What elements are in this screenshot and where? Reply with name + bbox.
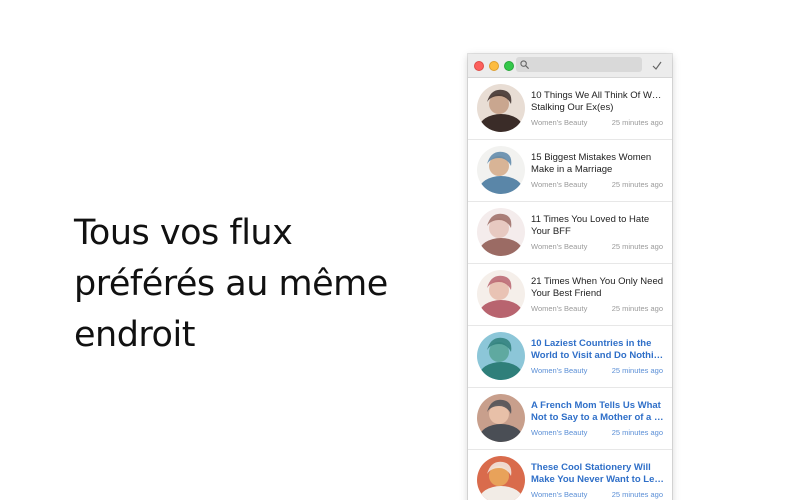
title-bar: [468, 54, 672, 78]
article-timestamp: 25 minutes ago: [611, 304, 663, 313]
article-thumbnail: [477, 456, 525, 500]
article-title-line: Make You Never Want to Lea...: [531, 473, 665, 485]
article-title: These Cool Stationery Will Make You Never…: [531, 462, 665, 485]
article-timestamp: 25 minutes ago: [611, 428, 663, 437]
article-source: Women's Beauty: [531, 366, 588, 375]
article-title-line: World to Visit and Do Nothing: [531, 349, 665, 361]
article-timestamp: 25 minutes ago: [611, 366, 663, 375]
article-thumbnail: [477, 270, 525, 318]
article-title-line: 11 Times You Loved to Hate: [531, 214, 650, 225]
article-source: Women's Beauty: [531, 118, 588, 127]
article-meta: Women's Beauty 25 minutes ago: [531, 118, 663, 127]
article-title: 10 Things We All Think Of While Stalking …: [531, 90, 665, 113]
article-meta: Women's Beauty 25 minutes ago: [531, 428, 663, 437]
article-list-item[interactable]: 10 Laziest Countries in the World to Visi…: [468, 326, 672, 388]
article-meta: Women's Beauty 25 minutes ago: [531, 304, 663, 313]
marketing-headline: Tous vos flux préférés au même endroit: [74, 208, 414, 361]
article-timestamp: 25 minutes ago: [611, 180, 663, 189]
article-title-line: Stalking Our Ex(es): [531, 101, 614, 113]
article-title-line: Your BFF: [531, 225, 571, 237]
minimize-window-button[interactable]: [489, 60, 499, 71]
mark-all-read-button[interactable]: [650, 58, 664, 72]
article-thumbnail: [477, 84, 525, 132]
article-title-line: Not to Say to a Mother of a B...: [531, 411, 665, 423]
headline-line-1: Tous vos flux: [74, 213, 293, 253]
article-list-item[interactable]: 15 Biggest Mistakes Women Make in a Marri…: [468, 140, 672, 202]
article-thumbnail: [477, 332, 525, 380]
headline-line-3: endroit: [74, 315, 195, 355]
article-list-item[interactable]: 10 Things We All Think Of While Stalking …: [468, 78, 672, 140]
article-title-line: 15 Biggest Mistakes Women: [531, 152, 652, 163]
article-title: 15 Biggest Mistakes Women Make in a Marri…: [531, 152, 665, 175]
article-list: 10 Things We All Think Of While Stalking …: [468, 78, 672, 500]
article-source: Women's Beauty: [531, 180, 588, 189]
article-meta: Women's Beauty 25 minutes ago: [531, 242, 663, 251]
app-window: 10 Things We All Think Of While Stalking …: [468, 54, 672, 500]
article-title-line: These Cool Stationery Will: [531, 462, 651, 473]
article-title-line: Make in a Marriage: [531, 163, 613, 175]
article-thumbnail: [477, 394, 525, 442]
window-controls: [474, 60, 514, 71]
article-meta: Women's Beauty 25 minutes ago: [531, 180, 663, 189]
article-source: Women's Beauty: [531, 242, 588, 251]
search-input[interactable]: [529, 58, 633, 71]
article-source: Women's Beauty: [531, 304, 588, 313]
headline-line-2: préférés au même: [74, 264, 388, 304]
screenshot-stage: Tous vos flux préférés au même endroit 1…: [0, 0, 800, 500]
article-list-item[interactable]: A French Mom Tells Us What Not to Say to …: [468, 388, 672, 450]
article-title: A French Mom Tells Us What Not to Say to …: [531, 400, 665, 423]
article-timestamp: 25 minutes ago: [611, 118, 663, 127]
article-title-line: A French Mom Tells Us What: [531, 400, 661, 411]
article-title-line: 21 Times When You Only Need: [531, 276, 664, 287]
article-list-item[interactable]: These Cool Stationery Will Make You Never…: [468, 450, 672, 500]
search-icon: [520, 60, 529, 69]
article-title: 21 Times When You Only Need Your Best Fri…: [531, 276, 665, 299]
article-title-line: Your Best Friend: [531, 287, 602, 299]
article-timestamp: 25 minutes ago: [611, 242, 663, 251]
article-meta: Women's Beauty 25 minutes ago: [531, 490, 663, 499]
article-title: 11 Times You Loved to Hate Your BFF: [531, 214, 665, 237]
article-list-item[interactable]: 11 Times You Loved to Hate Your BFF Women'…: [468, 202, 672, 264]
article-title: 10 Laziest Countries in the World to Visi…: [531, 338, 665, 361]
search-field[interactable]: [516, 57, 642, 72]
article-source: Women's Beauty: [531, 428, 588, 437]
close-window-button[interactable]: [474, 60, 484, 71]
zoom-window-button[interactable]: [504, 60, 514, 71]
article-timestamp: 25 minutes ago: [611, 490, 663, 499]
article-thumbnail: [477, 208, 525, 256]
article-thumbnail: [477, 146, 525, 194]
article-list-item[interactable]: 21 Times When You Only Need Your Best Fri…: [468, 264, 672, 326]
article-title-line: 10 Laziest Countries in the: [531, 338, 652, 349]
article-source: Women's Beauty: [531, 490, 588, 499]
article-title-line: 10 Things We All Think Of While: [531, 90, 665, 101]
checkmark-icon: [652, 61, 662, 70]
article-meta: Women's Beauty 25 minutes ago: [531, 366, 663, 375]
